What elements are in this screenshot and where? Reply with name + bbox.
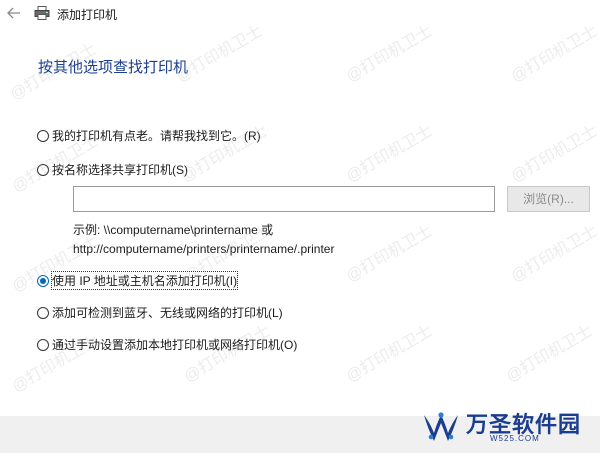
back-arrow-icon[interactable] xyxy=(6,5,22,21)
watermark: @打印机卫士 xyxy=(343,122,436,186)
title-bar: 添加打印机 xyxy=(0,0,600,28)
example-line-2: http://computername/printers/printername… xyxy=(73,242,335,256)
radio-shared-printer[interactable] xyxy=(37,163,49,176)
option-shared-printer[interactable]: 按名称选择共享打印机(S) xyxy=(37,161,188,178)
radio-old-printer[interactable] xyxy=(37,129,49,142)
brand-url: W525.COM xyxy=(490,434,540,443)
option-old-printer-label: 我的打印机有点老。请帮我找到它。(R) xyxy=(52,129,261,143)
radio-ip-address[interactable] xyxy=(37,274,49,287)
option-bluetooth-wireless-label: 添加可检测到蓝牙、无线或网络的打印机(L) xyxy=(52,306,283,320)
w-droplet-logo-icon xyxy=(424,412,458,441)
printer-icon xyxy=(34,6,50,20)
watermark: @打印机卫士 xyxy=(503,322,596,386)
shared-printer-name-input[interactable] xyxy=(73,186,495,212)
brand-logo-block: 万圣软件园 W525.COM xyxy=(420,405,595,449)
example-text: 示例: \\computername\printername 或 http://… xyxy=(73,221,334,259)
watermark: @打印机卫士 xyxy=(343,222,436,286)
watermark: @打印机卫士 xyxy=(343,322,436,386)
watermark: @打印机卫士 xyxy=(508,222,600,286)
browse-button[interactable]: 浏览(R)... xyxy=(507,186,590,212)
option-old-printer[interactable]: 我的打印机有点老。请帮我找到它。(R) xyxy=(37,127,261,144)
page-title: 按其他选项查找打印机 xyxy=(38,59,189,76)
option-manual-local[interactable]: 通过手动设置添加本地打印机或网络打印机(O) xyxy=(37,336,297,353)
radio-manual-local[interactable] xyxy=(37,338,49,351)
option-ip-address[interactable]: 使用 IP 地址或主机名添加打印机(I) xyxy=(37,271,239,290)
option-shared-printer-label: 按名称选择共享打印机(S) xyxy=(52,163,188,177)
watermark: @打印机卫士 xyxy=(508,122,600,186)
example-line-1: 示例: \\computername\printername 或 xyxy=(73,223,274,237)
option-ip-address-label: 使用 IP 地址或主机名添加打印机(I) xyxy=(50,271,239,290)
option-manual-local-label: 通过手动设置添加本地打印机或网络打印机(O) xyxy=(52,338,298,352)
option-bluetooth-wireless[interactable]: 添加可检测到蓝牙、无线或网络的打印机(L) xyxy=(37,304,283,321)
radio-bluetooth-wireless[interactable] xyxy=(37,306,49,319)
window-title: 添加打印机 xyxy=(57,8,118,22)
